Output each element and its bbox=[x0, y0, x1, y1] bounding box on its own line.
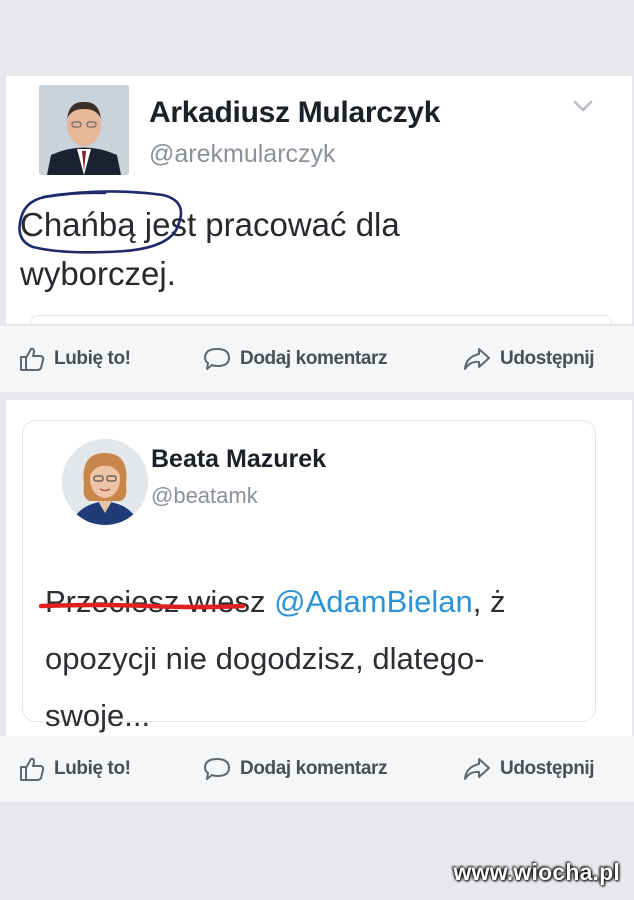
like-label: Lubię to! bbox=[54, 758, 131, 779]
author-name[interactable]: Beata Mazurek bbox=[151, 445, 326, 474]
watermark: www.wiocha.pl bbox=[453, 859, 620, 885]
post-text-line2: opozycji nie dogodzisz, dlatego- bbox=[45, 641, 485, 676]
post-text-line3: swoje... bbox=[45, 698, 151, 733]
post-card-beata: Beata Mazurek @beatamk Przeciesz wiesz @… bbox=[6, 400, 632, 736]
post-actions-bar: Lubię to! Dodaj komentarz Udostępnij bbox=[0, 326, 634, 392]
post-card-arkadiusz: Arkadiusz Mularczyk @arekmularczyk Chańb… bbox=[6, 76, 632, 330]
comment-label: Dodaj komentarz bbox=[240, 758, 388, 779]
share-button[interactable]: Udostępnij bbox=[462, 326, 595, 392]
comment-bubble-icon bbox=[204, 348, 230, 370]
post-actions-bar: Lubię to! Dodaj komentarz Udostępnij bbox=[0, 736, 634, 802]
hand-drawn-circle-annotation bbox=[18, 190, 183, 254]
comment-label: Dodaj komentarz bbox=[240, 348, 388, 369]
chevron-down-icon[interactable] bbox=[572, 98, 594, 114]
thumbs-up-icon bbox=[20, 757, 45, 781]
avatar-portrait-image bbox=[39, 85, 129, 175]
avatar[interactable] bbox=[39, 85, 129, 175]
embedded-tweet[interactable]: Beata Mazurek @beatamk Przeciesz wiesz @… bbox=[22, 420, 596, 733]
author-handle[interactable]: @arekmularczyk bbox=[149, 140, 336, 169]
post-text-line2: wyborczej. bbox=[20, 255, 176, 292]
avatar-portrait-image bbox=[62, 439, 148, 525]
red-underline-annotation bbox=[39, 602, 245, 610]
post-text-after-mention: , ż bbox=[472, 584, 506, 619]
share-label: Udostępnij bbox=[500, 348, 595, 369]
share-label: Udostępnij bbox=[500, 758, 595, 779]
mention-link[interactable]: @AdamBielan bbox=[274, 584, 473, 619]
thumbs-up-icon bbox=[20, 347, 45, 371]
share-arrow-icon bbox=[464, 758, 490, 780]
comment-button[interactable]: Dodaj komentarz bbox=[202, 326, 387, 392]
comment-bubble-icon bbox=[204, 758, 230, 780]
like-label: Lubię to! bbox=[54, 348, 131, 369]
post-text: Przeciesz wiesz @AdamBielan, ż opozycji … bbox=[45, 573, 605, 744]
author-handle[interactable]: @beatamk bbox=[151, 483, 258, 509]
like-button[interactable]: Lubię to! bbox=[18, 326, 131, 392]
avatar[interactable] bbox=[62, 439, 148, 525]
comment-button[interactable]: Dodaj komentarz bbox=[202, 736, 387, 802]
author-name[interactable]: Arkadiusz Mularczyk bbox=[149, 96, 440, 130]
like-button[interactable]: Lubię to! bbox=[18, 736, 131, 802]
share-button[interactable]: Udostępnij bbox=[462, 736, 595, 802]
share-arrow-icon bbox=[464, 348, 490, 370]
